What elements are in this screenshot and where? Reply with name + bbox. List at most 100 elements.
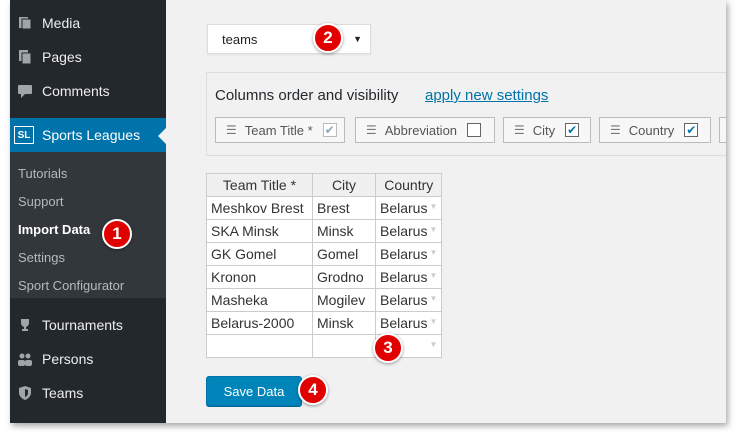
checkbox-checked-disabled: ✔ bbox=[322, 123, 337, 137]
panel-title: Columns order and visibility bbox=[215, 87, 399, 104]
dropdown-arrow-icon[interactable]: ▼ bbox=[430, 317, 438, 326]
submenu-import-data[interactable]: Import Data bbox=[18, 222, 90, 237]
menu-item-comments[interactable]: Comments bbox=[10, 74, 166, 108]
drag-handle-icon[interactable]: ☰ bbox=[226, 123, 237, 137]
table-cell[interactable] bbox=[312, 334, 376, 358]
checkbox-unchecked[interactable] bbox=[467, 123, 482, 137]
main-content: teams ▼ Columns order and visibility app… bbox=[166, 0, 726, 423]
dropdown-arrow-icon[interactable]: ▼ bbox=[430, 248, 438, 257]
admin-window: Media Pages Comments SL Sports Leagues T… bbox=[10, 0, 726, 423]
table-row: Belarus-2000 Minsk Belarus ▼ bbox=[206, 311, 443, 335]
table-cell[interactable]: Minsk bbox=[312, 219, 376, 243]
step-marker-2: 2 bbox=[313, 23, 343, 53]
comments-icon bbox=[18, 84, 32, 98]
table-cell[interactable]: SKA Minsk bbox=[206, 219, 313, 243]
table-cell[interactable] bbox=[206, 334, 313, 358]
table-cell[interactable]: GK Gomel bbox=[206, 242, 313, 266]
save-data-button[interactable]: Save Data bbox=[206, 376, 302, 406]
dropdown-arrow-icon[interactable]: ▼ bbox=[430, 294, 438, 303]
table-cell[interactable]: Kronon bbox=[206, 265, 313, 289]
drag-handle-icon[interactable]: ☰ bbox=[514, 123, 525, 137]
menu-label: Pages bbox=[42, 49, 82, 65]
table-cell[interactable]: Masheka bbox=[206, 288, 313, 312]
table-row: SKA Minsk Minsk Belarus ▼ bbox=[206, 219, 443, 243]
persons-icon bbox=[18, 352, 32, 366]
table-cell[interactable]: Minsk bbox=[312, 311, 376, 335]
submenu-support[interactable]: Support bbox=[18, 194, 64, 209]
sports-leagues-submenu: Tutorials Support Import Data Settings S… bbox=[10, 152, 166, 298]
submenu-sport-configurator[interactable]: Sport Configurator bbox=[18, 278, 124, 293]
dropdown-arrow-icon[interactable]: ▼ bbox=[430, 225, 438, 234]
table-header-row: Team Title * City Country bbox=[206, 173, 443, 197]
apply-settings-link[interactable]: apply new settings bbox=[425, 87, 548, 104]
menu-label: Comments bbox=[42, 83, 110, 99]
cell-value: Belarus bbox=[380, 200, 428, 216]
column-chip-team-title[interactable]: ☰ Team Title * ✔ bbox=[215, 117, 345, 143]
column-header: City bbox=[312, 173, 376, 197]
chevron-down-icon: ▼ bbox=[353, 34, 362, 44]
import-type-select[interactable]: teams ▼ bbox=[207, 24, 371, 54]
media-icon bbox=[18, 16, 32, 30]
dropdown-cell[interactable]: Belarus ▼ bbox=[374, 242, 443, 266]
admin-sidebar: Media Pages Comments SL Sports Leagues T… bbox=[10, 0, 166, 423]
step-marker-3: 3 bbox=[373, 333, 403, 363]
table-row: GK Gomel Gomel Belarus ▼ bbox=[206, 242, 443, 266]
import-data-table: Team Title * City Country Meshkov Brest … bbox=[206, 173, 443, 358]
dropdown-cell[interactable]: Belarus ▼ bbox=[374, 265, 443, 289]
menu-item-sports-leagues[interactable]: SL Sports Leagues bbox=[10, 118, 166, 152]
menu-label: Persons bbox=[42, 351, 94, 367]
table-cell[interactable]: Meshkov Brest bbox=[206, 196, 313, 220]
column-chip-abbreviation[interactable]: ☰ Abbreviation bbox=[355, 117, 495, 143]
submenu-tutorials[interactable]: Tutorials bbox=[18, 166, 67, 181]
menu-label: Tournaments bbox=[42, 317, 123, 333]
menu-item-pages[interactable]: Pages bbox=[10, 40, 166, 74]
cell-value: Belarus bbox=[380, 315, 428, 331]
menu-item-media[interactable]: Media bbox=[10, 6, 166, 40]
drag-handle-icon[interactable]: ☰ bbox=[610, 123, 621, 137]
dropdown-cell[interactable]: Belarus ▼ bbox=[374, 196, 443, 220]
chip-label: City bbox=[532, 122, 556, 138]
menu-label: Teams bbox=[42, 385, 84, 401]
submenu-settings[interactable]: Settings bbox=[18, 250, 65, 265]
cell-value: Belarus bbox=[380, 246, 428, 262]
column-header: Team Title * bbox=[206, 173, 313, 197]
column-chip-city[interactable]: ☰ City ✔ bbox=[503, 117, 591, 143]
table-row: Meshkov Brest Brest Belarus ▼ bbox=[206, 196, 443, 220]
cell-value: Belarus bbox=[380, 223, 428, 239]
step-marker-4: 4 bbox=[298, 375, 328, 405]
dropdown-cell[interactable]: Belarus ▼ bbox=[374, 288, 443, 312]
table-row-empty: ▼ bbox=[206, 334, 443, 358]
drag-handle-icon[interactable]: ☰ bbox=[366, 123, 377, 137]
menu-item-persons[interactable]: Persons bbox=[10, 342, 166, 376]
dropdown-cell[interactable]: Belarus ▼ bbox=[374, 219, 443, 243]
table-cell[interactable]: Mogilev bbox=[312, 288, 376, 312]
menu-item-teams[interactable]: Teams bbox=[10, 376, 166, 410]
pages-icon bbox=[18, 50, 32, 64]
checkbox-checked[interactable]: ✔ bbox=[565, 123, 580, 137]
dropdown-arrow-icon[interactable]: ▼ bbox=[430, 271, 438, 280]
chip-label: Country bbox=[628, 122, 675, 138]
active-indicator bbox=[158, 128, 166, 144]
dropdown-cell[interactable]: Belarus ▼ bbox=[374, 311, 443, 335]
table-cell[interactable]: Belarus-2000 bbox=[206, 311, 313, 335]
trophy-icon bbox=[18, 318, 32, 332]
sl-logo-icon: SL bbox=[14, 126, 34, 144]
columns-panel: Columns order and visibility apply new s… bbox=[206, 72, 726, 156]
table-cell[interactable]: Gomel bbox=[312, 242, 376, 266]
checkbox-checked[interactable]: ✔ bbox=[684, 123, 699, 137]
menu-item-tournaments[interactable]: Tournaments bbox=[10, 308, 166, 342]
column-chip-country[interactable]: ☰ Country ✔ bbox=[599, 117, 711, 143]
step-marker-1: 1 bbox=[102, 219, 132, 249]
chip-label: Team Title * bbox=[244, 122, 313, 138]
cell-value: Belarus bbox=[380, 292, 428, 308]
table-cell[interactable]: Grodno bbox=[312, 265, 376, 289]
cell-value: Belarus bbox=[380, 269, 428, 285]
column-chip-partial[interactable] bbox=[719, 117, 726, 143]
dropdown-arrow-icon[interactable]: ▼ bbox=[430, 340, 438, 349]
dropdown-arrow-icon[interactable]: ▼ bbox=[430, 202, 438, 211]
select-value: teams bbox=[222, 31, 258, 47]
table-row: Kronon Grodno Belarus ▼ bbox=[206, 265, 443, 289]
table-cell[interactable]: Brest bbox=[312, 196, 376, 220]
table-row: Masheka Mogilev Belarus ▼ bbox=[206, 288, 443, 312]
column-header: Country bbox=[374, 173, 443, 197]
